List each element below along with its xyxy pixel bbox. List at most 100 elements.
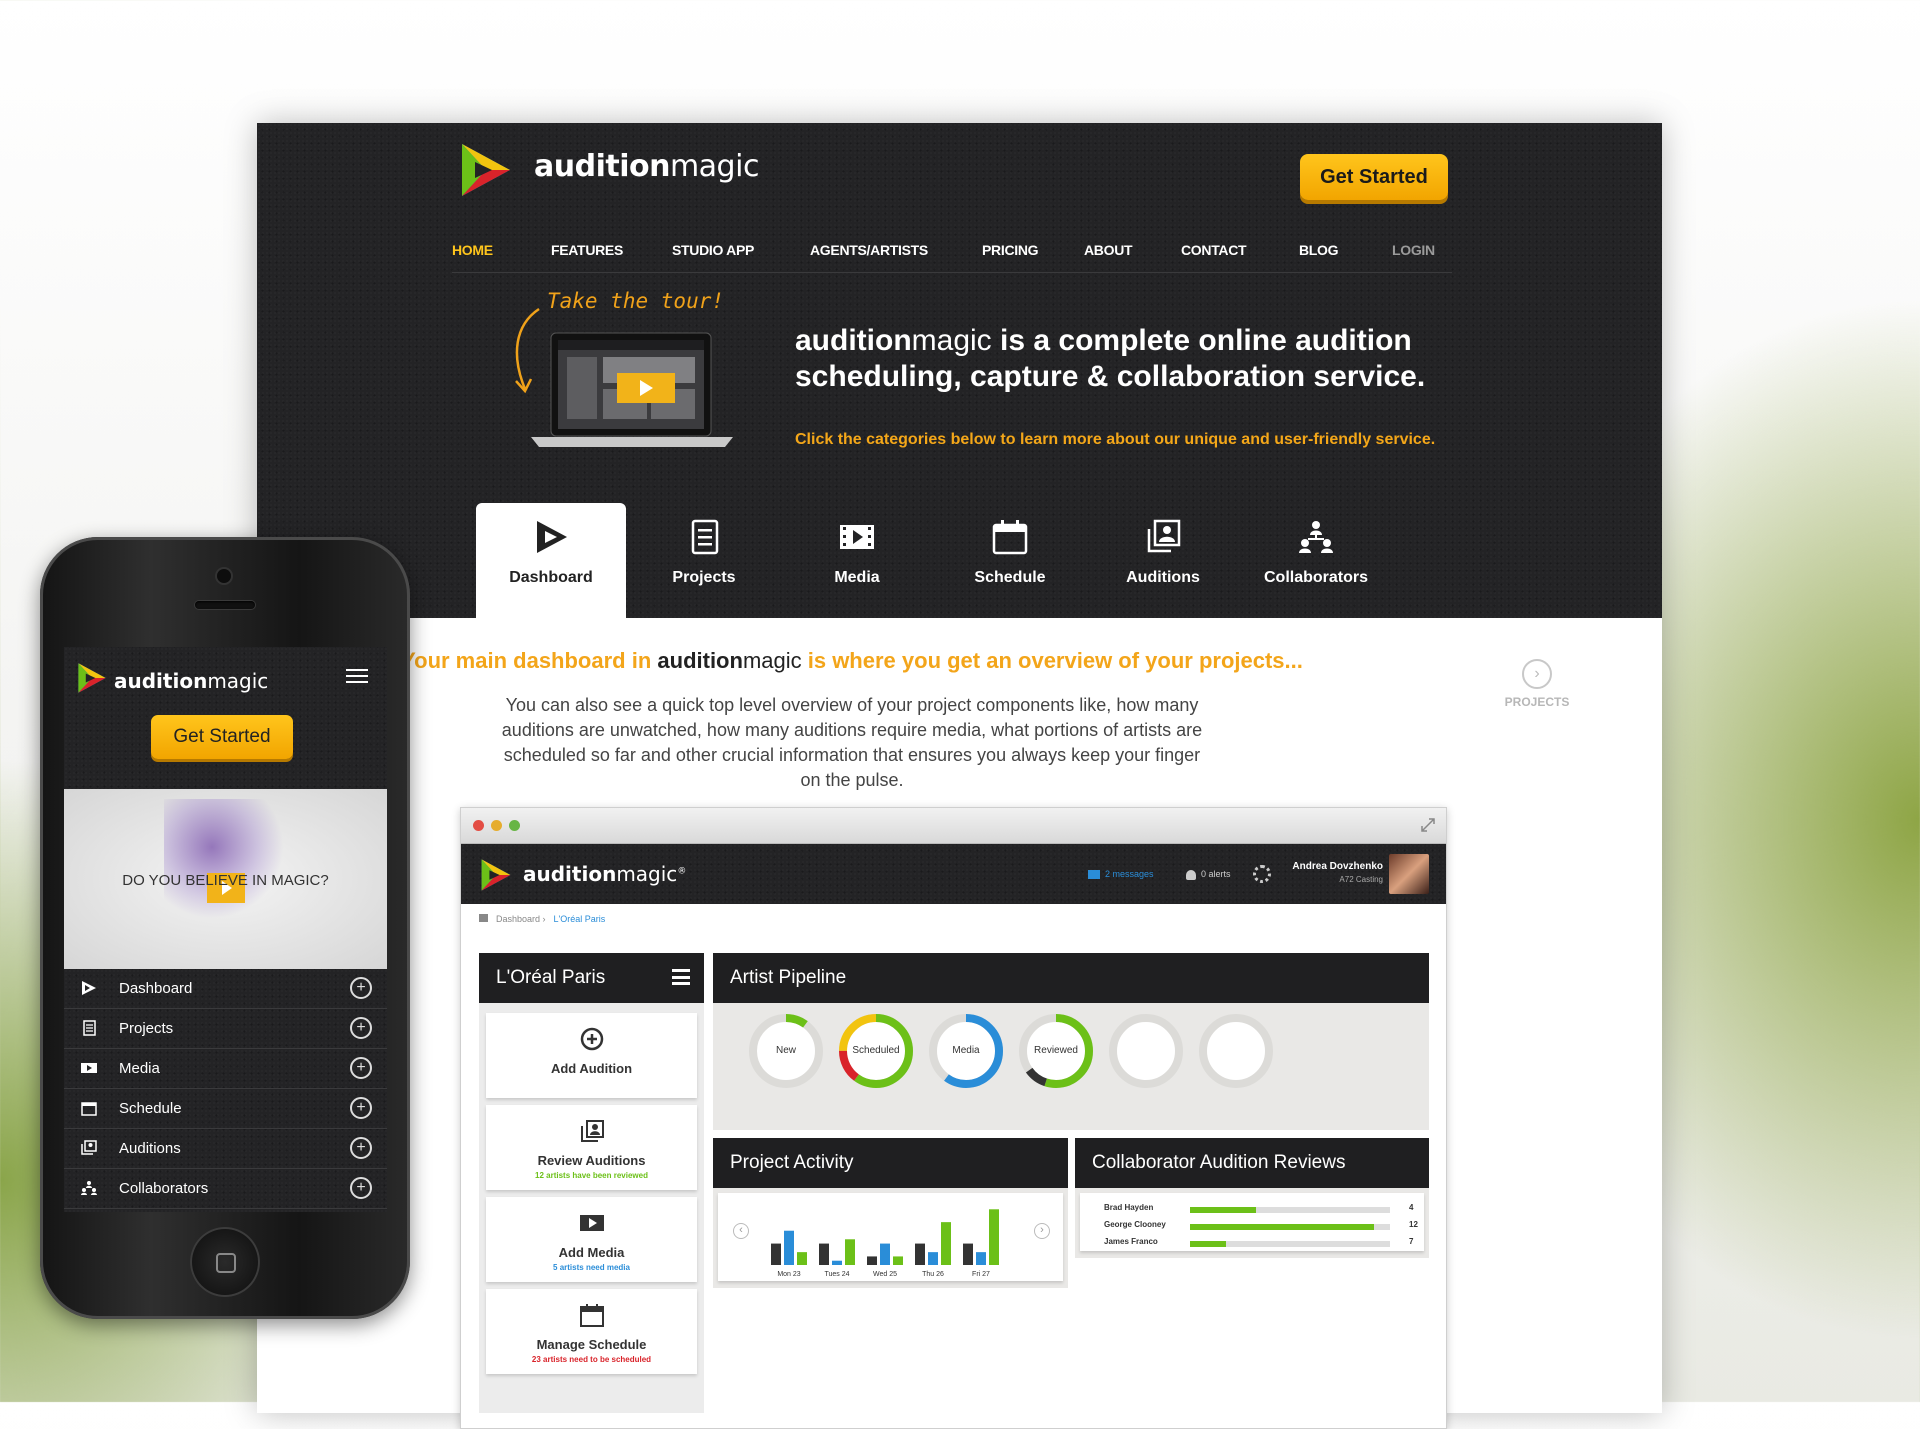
nav-studio-app[interactable]: STUDIO APP [672, 228, 754, 272]
collaborators-icon [1299, 521, 1333, 553]
hamburger-menu-icon[interactable] [346, 669, 368, 685]
phone-menu-auditions[interactable]: Auditions + [64, 1129, 387, 1169]
review-auditions-card[interactable]: Review Auditions 12 artists have been re… [486, 1105, 697, 1190]
hamburger-menu-icon[interactable] [672, 969, 690, 985]
lead-brand-light: magic [742, 648, 802, 673]
nav-pricing[interactable]: PRICING [982, 228, 1039, 272]
pipeline-ring[interactable]: Reviewed [1008, 1011, 1104, 1107]
phone-menu-collaborators[interactable]: Collaborators + [64, 1169, 387, 1209]
action-sub: 5 artists need media [553, 1263, 630, 1272]
plus-icon[interactable]: + [350, 1137, 372, 1159]
avatar[interactable] [1389, 854, 1429, 894]
action-label: Add Audition [550, 1061, 633, 1076]
pipeline-ring[interactable]: New [738, 1011, 834, 1107]
hero-headline: auditionmagic is a complete online audit… [795, 323, 1495, 395]
tab-label: Projects [672, 569, 736, 586]
reviews-title-text: Collaborator Audition Reviews [1092, 1152, 1346, 1173]
nav-blog[interactable]: BLOG [1299, 228, 1339, 272]
pipeline-ring[interactable]: Media [918, 1011, 1014, 1107]
maximize-dot-icon[interactable] [509, 820, 520, 831]
tab-projects[interactable]: Projects [629, 503, 779, 618]
messages-link[interactable]: 2 messages [1088, 869, 1154, 880]
nav-about[interactable]: ABOUT [1084, 228, 1133, 272]
minimize-dot-icon[interactable] [491, 820, 502, 831]
phone-brand-bold: audition [114, 669, 208, 693]
get-started-button[interactable]: Get Started [1300, 154, 1448, 200]
plus-icon[interactable]: + [350, 977, 372, 999]
menu-label: Media [119, 1060, 160, 1077]
activity-bar [880, 1243, 890, 1265]
activity-tick-label: Fri 27 [972, 1271, 990, 1278]
chevron-left-icon[interactable]: ‹ [733, 1223, 749, 1239]
browser-titlebar [461, 808, 1446, 844]
plus-icon[interactable]: + [350, 1097, 372, 1119]
tab-collaborators[interactable]: Collaborators [1241, 503, 1391, 618]
phone-hero-video[interactable]: DO YOU BELIEVE IN MAGIC? [64, 789, 387, 969]
app-brand[interactable]: auditionmagic® [523, 862, 686, 886]
plus-icon[interactable]: + [350, 1177, 372, 1199]
nav-home[interactable]: HOME [452, 228, 493, 272]
auditionmagic-logo-icon[interactable] [458, 140, 514, 200]
brand-bold: audition [534, 149, 670, 184]
phone-menu-media[interactable]: Media + [64, 1049, 387, 1089]
tab-media[interactable]: Media [782, 503, 932, 618]
plus-icon[interactable]: + [350, 1057, 372, 1079]
gear-icon[interactable] [1253, 865, 1271, 883]
tab-auditions[interactable]: Auditions [1088, 503, 1238, 618]
bell-icon [1186, 869, 1196, 880]
nav-contact[interactable]: CONTACT [1181, 228, 1247, 272]
breadcrumb-root[interactable]: Dashboard › [496, 914, 546, 924]
manage-schedule-card[interactable]: Manage Schedule 23 artists need to be sc… [486, 1289, 697, 1374]
hero-tagline: DO YOU BELIEVE IN MAGIC? [122, 872, 329, 889]
pipeline-ring[interactable] [1098, 1011, 1194, 1107]
activity-bar [771, 1243, 781, 1265]
activity-bar [784, 1230, 794, 1265]
nav-login[interactable]: LOGIN [1392, 228, 1435, 272]
pipeline-ring[interactable] [1188, 1011, 1284, 1107]
phone-brand[interactable]: auditionmagic [114, 669, 268, 693]
activity-tick-label: Mon 23 [777, 1271, 800, 1278]
tab-schedule[interactable]: Schedule [935, 503, 1085, 618]
phone-menu-schedule[interactable]: Schedule + [64, 1089, 387, 1129]
activity-bar-chart: Mon 23 Tues 24 Wed 25 Thu 26 Fri 27 [771, 1209, 999, 1278]
phone-get-started-button[interactable]: Get Started [151, 715, 293, 759]
phone-menu-projects[interactable]: Projects + [64, 1009, 387, 1049]
action-sub: 23 artists need to be scheduled [531, 1355, 652, 1364]
review-bar [1190, 1224, 1390, 1230]
home-icon[interactable] [479, 914, 488, 922]
collaborator-reviews-panel: Collaborator Audition Reviews Brad Hayde… [1075, 1138, 1429, 1258]
tab-label: Dashboard [509, 569, 593, 586]
review-count: 4 [1409, 1203, 1414, 1212]
phone-home-button[interactable] [190, 1227, 260, 1297]
add-audition-card[interactable]: Add Audition [486, 1013, 697, 1098]
nav-features[interactable]: FEATURES [551, 228, 623, 272]
lead-brand-bold: audition [657, 648, 743, 673]
add-media-card[interactable]: Add Media 5 artists need media [486, 1197, 697, 1282]
plus-icon[interactable]: + [350, 1017, 372, 1039]
next-projects-link[interactable]: › PROJECTS [1497, 659, 1577, 709]
tour-video-laptop[interactable] [527, 331, 737, 456]
dashboard-icon [537, 521, 567, 553]
review-count: 12 [1409, 1220, 1418, 1229]
film-icon [580, 1215, 604, 1231]
close-dot-icon[interactable] [473, 820, 484, 831]
activity-bar [989, 1209, 999, 1265]
site-window: auditionmagic Get Started HOME FEATURES … [257, 123, 1662, 1429]
nav-agents-artists[interactable]: AGENTS/ARTISTS [810, 228, 928, 272]
fullscreen-icon[interactable] [1421, 818, 1435, 832]
activity-bar [819, 1243, 829, 1265]
registered-mark: ® [677, 866, 687, 877]
phone-menu-dashboard[interactable]: Dashboard + [64, 969, 387, 1009]
project-title: L'Oréal Paris [496, 967, 606, 988]
ring-track [1109, 1014, 1183, 1088]
tab-dashboard[interactable]: Dashboard [476, 503, 626, 618]
alerts-link[interactable]: 0 alerts [1186, 869, 1231, 880]
ring-track [1199, 1014, 1273, 1088]
pipeline-ring[interactable]: Scheduled [828, 1011, 924, 1107]
artist-pipeline-panel: Artist Pipeline New Scheduled Media Reviewe… [713, 953, 1429, 1130]
site-brand[interactable]: auditionmagic [534, 149, 759, 184]
app-logo-icon[interactable] [479, 857, 513, 893]
user-menu[interactable]: Andrea Dovzhenko A72 Casting [1281, 861, 1383, 884]
chevron-right-icon[interactable]: › [1034, 1223, 1050, 1239]
phone-logo-icon[interactable] [76, 661, 108, 695]
